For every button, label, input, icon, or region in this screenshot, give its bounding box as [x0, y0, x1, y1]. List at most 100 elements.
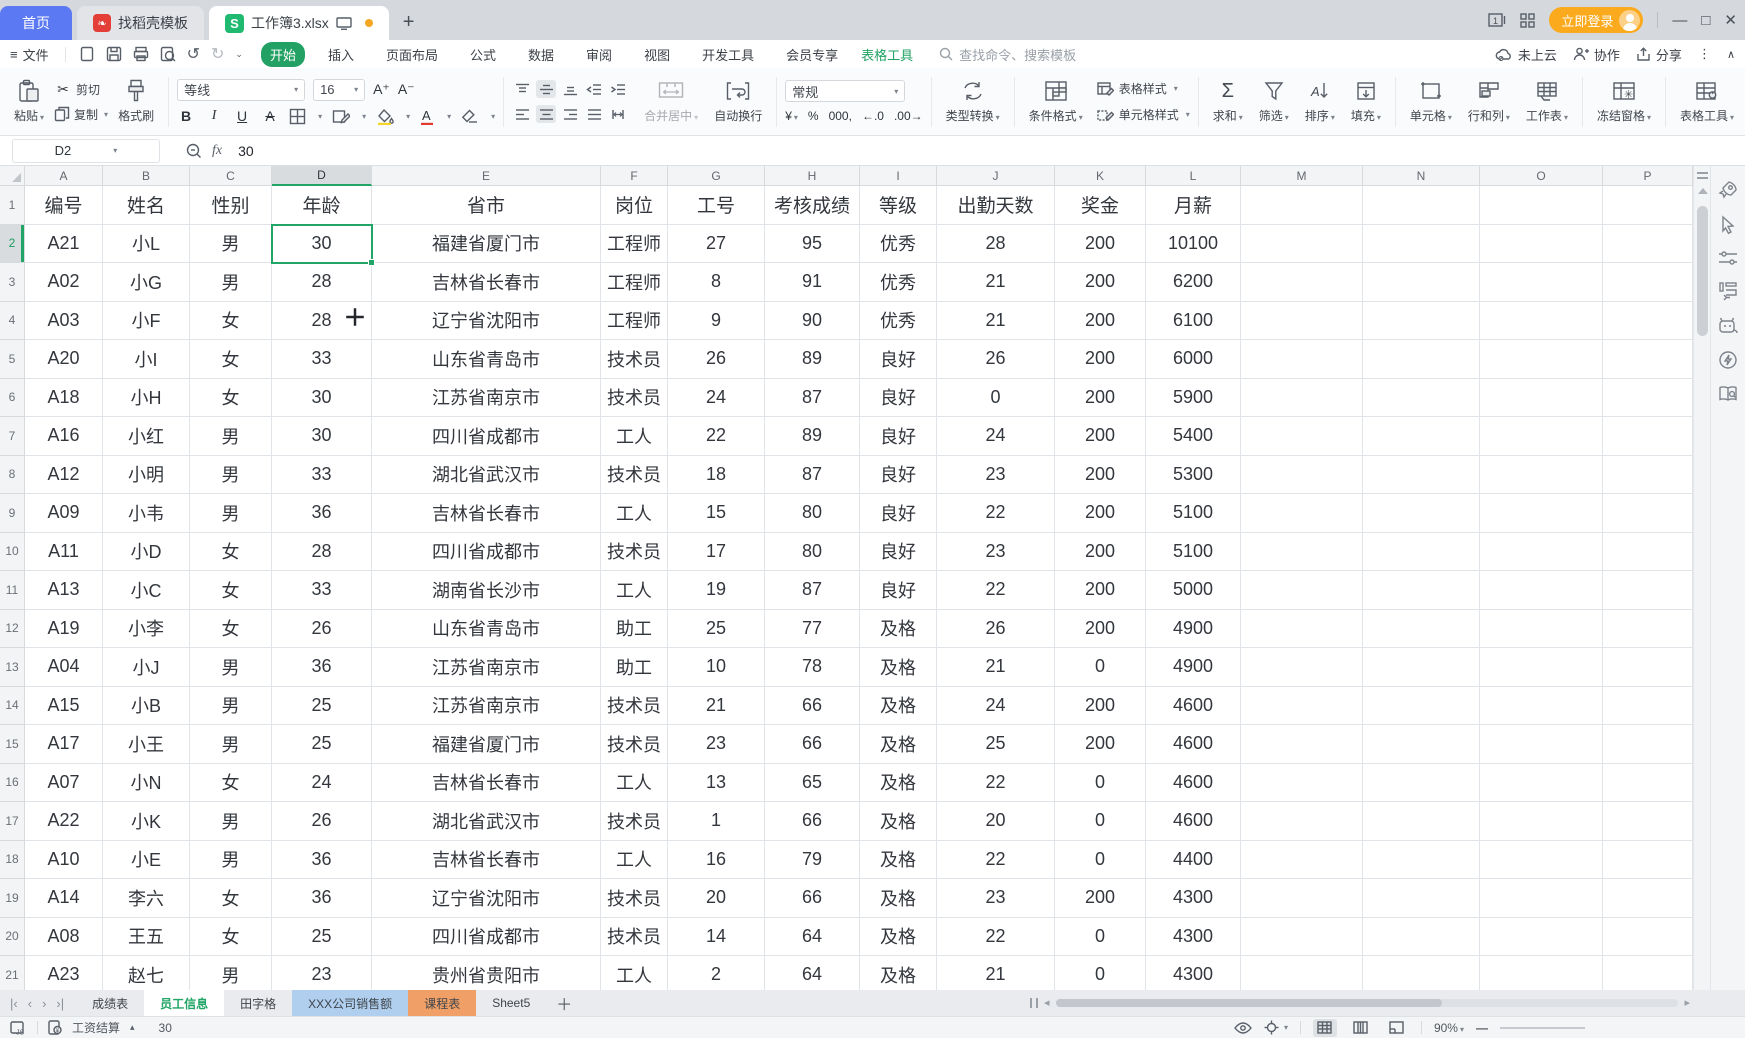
cell-H10[interactable]: 80 [765, 533, 860, 572]
cell-M11[interactable] [1241, 571, 1363, 610]
cell-C14[interactable]: 男 [190, 687, 272, 726]
tab-split-grip-icon[interactable] [1030, 998, 1038, 1008]
cell-A9[interactable]: A09 [25, 494, 103, 533]
templates-rocket-icon[interactable] [1718, 180, 1738, 200]
row-header-16[interactable]: 16 [0, 764, 25, 803]
cell-E7[interactable]: 四川省成都市 [372, 417, 601, 456]
vertical-scrollbar[interactable] [1693, 166, 1710, 990]
cell-I8[interactable]: 良好 [860, 456, 937, 495]
draw-border-button[interactable] [332, 108, 350, 125]
cell-F17[interactable]: 技术员 [601, 802, 668, 841]
cells-button[interactable]: 单元格▾ [1404, 77, 1458, 126]
format-painter-button[interactable]: 格式刷 [112, 77, 160, 126]
share-button[interactable]: 分享 [1636, 45, 1682, 64]
menu-tab-插入[interactable]: 插入 [319, 42, 363, 67]
properties-sliders-icon[interactable] [1718, 250, 1738, 266]
cell-E14[interactable]: 江苏省南京市 [372, 687, 601, 726]
horizontal-scroll-thumb[interactable] [1056, 999, 1442, 1007]
cell-M19[interactable] [1241, 879, 1363, 918]
cell-P2[interactable] [1603, 225, 1693, 264]
cell-K20[interactable]: 0 [1055, 918, 1146, 957]
fx-button[interactable]: fx [212, 143, 222, 159]
cell-C18[interactable]: 男 [190, 841, 272, 880]
cell-F13[interactable]: 助工 [601, 648, 668, 687]
row-header-7[interactable]: 7 [0, 417, 25, 456]
cell-O12[interactable] [1480, 610, 1603, 649]
bold-button[interactable]: B [177, 108, 195, 124]
cell-G18[interactable]: 16 [668, 841, 765, 880]
cell-D7[interactable]: 30 [272, 417, 372, 456]
cell-D21[interactable]: 23 [272, 956, 372, 990]
increase-indent-button[interactable] [608, 80, 628, 98]
horizontal-scrollbar[interactable]: ◂ ▸ [1030, 999, 1690, 1007]
menu-tab-开发工具[interactable]: 开发工具 [693, 42, 763, 67]
prev-sheet-icon[interactable]: ‹ [28, 996, 32, 1011]
cell-N1[interactable] [1363, 186, 1480, 225]
cell-H8[interactable]: 87 [765, 456, 860, 495]
cell-O19[interactable] [1480, 879, 1603, 918]
cell-M21[interactable] [1241, 956, 1363, 990]
cell-A17[interactable]: A22 [25, 802, 103, 841]
cell-G3[interactable]: 8 [668, 263, 765, 302]
cell-F16[interactable]: 工人 [601, 764, 668, 803]
cell-M15[interactable] [1241, 725, 1363, 764]
cell-O17[interactable] [1480, 802, 1603, 841]
justify-button[interactable] [584, 105, 604, 123]
copy-button[interactable]: 复制▾ [54, 106, 108, 123]
cell-B19[interactable]: 李六 [103, 879, 190, 918]
cell-M1[interactable] [1241, 186, 1363, 225]
cell-N12[interactable] [1363, 610, 1480, 649]
cell-E20[interactable]: 四川省成都市 [372, 918, 601, 957]
row-header-19[interactable]: 19 [0, 879, 25, 918]
cell-G6[interactable]: 24 [668, 379, 765, 418]
cell-L12[interactable]: 4900 [1146, 610, 1241, 649]
cell-O4[interactable] [1480, 302, 1603, 341]
cell-I20[interactable]: 及格 [860, 918, 937, 957]
cell-N6[interactable] [1363, 379, 1480, 418]
font-size-select[interactable]: 16▾ [313, 79, 365, 101]
cell-E18[interactable]: 吉林省长春市 [372, 841, 601, 880]
cell-B2[interactable]: 小L [103, 225, 190, 264]
cell-D13[interactable]: 36 [272, 648, 372, 687]
cell-M10[interactable] [1241, 533, 1363, 572]
redo-icon[interactable]: ↻ [211, 44, 224, 64]
cell-K14[interactable]: 200 [1055, 687, 1146, 726]
cell-M3[interactable] [1241, 263, 1363, 302]
cell-P12[interactable] [1603, 610, 1693, 649]
cell-I14[interactable]: 及格 [860, 687, 937, 726]
cell-G21[interactable]: 2 [668, 956, 765, 990]
number-format-select[interactable]: 常规▾ [785, 80, 905, 102]
cell-E2[interactable]: 福建省厦门市 [372, 225, 601, 264]
cell-P10[interactable] [1603, 533, 1693, 572]
cell-P20[interactable] [1603, 918, 1693, 957]
menu-tab-页面布局[interactable]: 页面布局 [377, 42, 447, 67]
cell-A18[interactable]: A10 [25, 841, 103, 880]
collapse-ribbon-icon[interactable]: ∧ [1727, 48, 1735, 61]
cell-H1[interactable]: 考核成绩 [765, 186, 860, 225]
cell-I15[interactable]: 及格 [860, 725, 937, 764]
row-header-21[interactable]: 21 [0, 956, 25, 990]
thousands-format-button[interactable]: 000, [829, 109, 852, 123]
cell-A15[interactable]: A17 [25, 725, 103, 764]
cell-P8[interactable] [1603, 456, 1693, 495]
cell-G13[interactable]: 10 [668, 648, 765, 687]
cell-K1[interactable]: 奖金 [1055, 186, 1146, 225]
cell-J4[interactable]: 21 [937, 302, 1055, 341]
cell-N20[interactable] [1363, 918, 1480, 957]
cell-O14[interactable] [1480, 687, 1603, 726]
cell-A4[interactable]: A03 [25, 302, 103, 341]
cell-M2[interactable] [1241, 225, 1363, 264]
row-header-4[interactable]: 4 [0, 302, 25, 341]
cell-H17[interactable]: 66 [765, 802, 860, 841]
cell-A3[interactable]: A02 [25, 263, 103, 302]
cell-M13[interactable] [1241, 648, 1363, 687]
cell-K4[interactable]: 200 [1055, 302, 1146, 341]
cell-G10[interactable]: 17 [668, 533, 765, 572]
cell-N2[interactable] [1363, 225, 1480, 264]
cell-P5[interactable] [1603, 340, 1693, 379]
column-header-F[interactable]: F [601, 166, 668, 186]
increase-decimal-button[interactable]: ←.0 [862, 109, 884, 123]
cell-A19[interactable]: A14 [25, 879, 103, 918]
cell-H20[interactable]: 64 [765, 918, 860, 957]
data-entry-icon[interactable] [1718, 281, 1738, 301]
